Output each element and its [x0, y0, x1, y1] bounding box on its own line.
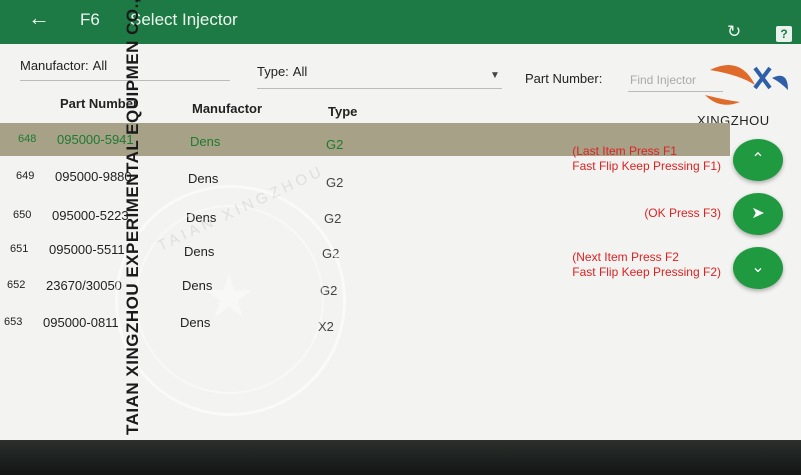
- ok-hint: (OK Press F3): [644, 206, 721, 220]
- header-manufactor: Manufactor: [192, 101, 263, 116]
- row-index: 653: [4, 316, 23, 328]
- type-filter[interactable]: Type: All: [257, 64, 307, 79]
- back-arrow-icon[interactable]: ←: [28, 5, 50, 31]
- xingzhou-logo-mark: [705, 65, 788, 105]
- chevron-up-icon: ⌃: [751, 151, 765, 168]
- watermark-star-icon: ★: [202, 263, 256, 330]
- app-screen: ← F6 Select Injector ↻ ? Manufactor: All …: [0, 0, 801, 440]
- row-type: G2: [326, 175, 344, 190]
- watermark-company-text: TAIAN XINGZHOU EXPERIMENTAL EQUIPMEN CO.…: [123, 0, 142, 435]
- next-item-hint-line1: (Next Item Press F2: [572, 250, 679, 264]
- row-index: 648: [18, 133, 37, 145]
- refresh-icon[interactable]: ↻: [727, 22, 741, 42]
- next-item-hint: (Next Item Press F2 Fast Flip Keep Press…: [572, 250, 721, 280]
- row-part-number: 095000-5223: [52, 208, 129, 223]
- manufactor-filter[interactable]: Manufactor: All: [20, 58, 107, 73]
- function-key-label: F6: [80, 10, 100, 29]
- previous-item-hint-line2: Fast Flip Keep Pressing F1): [572, 159, 721, 173]
- row-type: G2: [326, 137, 344, 152]
- row-index: 652: [7, 279, 26, 291]
- chevron-down-icon[interactable]: ▼: [490, 70, 500, 81]
- previous-item-hint-line1: (Last Item Press F1: [572, 144, 677, 158]
- table-row[interactable]: 653 095000-0811 Dens X2: [0, 306, 730, 339]
- next-item-button[interactable]: ⌄: [733, 247, 783, 289]
- page-title: Select Injector: [130, 10, 238, 29]
- table-row[interactable]: 650 095000-5223 Dens G2: [0, 199, 730, 232]
- manufactor-filter-value: All: [92, 58, 108, 73]
- row-manufactor: Dens: [190, 134, 221, 149]
- help-icon[interactable]: ?: [776, 26, 792, 42]
- send-arrow-icon: ➤: [751, 205, 765, 222]
- device-bezel: [0, 440, 801, 475]
- row-type: G2: [324, 211, 342, 226]
- row-index: 650: [13, 209, 32, 221]
- row-manufactor: Dens: [188, 171, 219, 186]
- row-part-number: 23670/30050: [46, 278, 122, 293]
- row-index: 651: [10, 243, 29, 255]
- type-filter-value: All: [292, 64, 308, 79]
- header-type: Type: [328, 104, 358, 119]
- row-index: 649: [16, 170, 35, 182]
- manufactor-filter-label: Manufactor:: [20, 58, 89, 73]
- chevron-down-icon: ⌄: [751, 259, 765, 276]
- type-divider: [257, 88, 502, 89]
- row-part-number: 095000-5511: [49, 242, 125, 257]
- app-bar: ← F6 Select Injector ↻ ?: [0, 0, 801, 44]
- previous-item-button[interactable]: ⌃: [733, 139, 783, 181]
- next-item-hint-line2: Fast Flip Keep Pressing F2): [572, 265, 721, 279]
- type-filter-label: Type:: [257, 64, 289, 79]
- previous-item-hint: (Last Item Press F1 Fast Flip Keep Press…: [572, 144, 721, 174]
- row-part-number: 095000-9880: [55, 169, 132, 184]
- row-part-number: 095000-0811: [43, 315, 119, 330]
- part-number-label: Part Number:: [525, 71, 603, 86]
- ok-button[interactable]: ➤: [733, 193, 783, 235]
